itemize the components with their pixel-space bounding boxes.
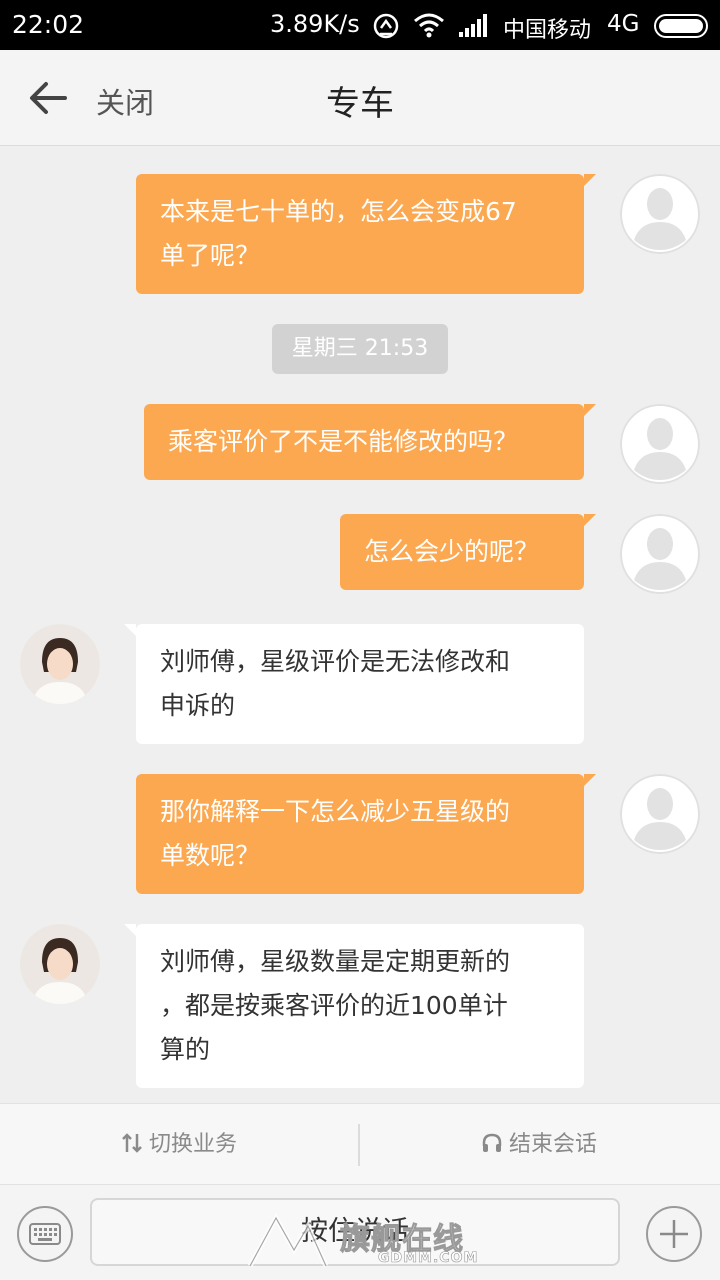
bubble-tail [584, 774, 596, 786]
end-session-button[interactable]: 结束会话 [360, 1104, 718, 1186]
bubble-tail [584, 404, 596, 416]
message-bubble-outgoing[interactable]: 乘客评价了不是不能修改的吗？ [144, 404, 584, 480]
message-line: 怎么会少的呢？ [364, 537, 540, 566]
message-line: 刘师傅，星级评价是无法修改和 [160, 647, 511, 676]
bubble-tail [584, 174, 596, 186]
plus-icon [660, 1220, 688, 1248]
message-line: 乘客评价了不是不能修改的吗？ [168, 427, 519, 456]
user-avatar[interactable] [620, 514, 700, 594]
network-speed: 3.89K/s [270, 10, 360, 38]
end-session-label: 结束会话 [508, 1132, 597, 1157]
status-bar: 22:02 3.89K/s 中国移动 4G [0, 0, 720, 50]
bubble-tail [124, 924, 136, 936]
wifi-icon [414, 13, 444, 38]
message-bubble-outgoing[interactable]: 本来是七十单的，怎么会变成67 单了呢？ [136, 174, 584, 294]
swap-icon [122, 1133, 142, 1153]
message-line: 那你解释一下怎么减少五星级的 [160, 797, 511, 826]
more-options-button[interactable] [646, 1206, 702, 1262]
battery-icon [654, 14, 708, 38]
message-line: 算的 [160, 1035, 211, 1064]
keyboard-icon [29, 1223, 61, 1245]
user-avatar[interactable] [620, 174, 700, 254]
bubble-tail [584, 514, 596, 526]
bubble-tail [124, 624, 136, 636]
message-bubble-incoming[interactable]: 刘师傅，星级数量是定期更新的 ，都是按乘客评价的近100单计 算的 [136, 924, 584, 1088]
message-bubble-outgoing[interactable]: 那你解释一下怎么减少五星级的 单数呢？ [136, 774, 584, 894]
message-line: 申诉的 [160, 691, 236, 720]
carrier-name: 中国移动 [503, 18, 592, 43]
headset-icon [482, 1133, 502, 1152]
status-time: 22:02 [12, 10, 85, 39]
user-avatar[interactable] [620, 774, 700, 854]
message-bubble-outgoing[interactable]: 怎么会少的呢？ [340, 514, 584, 590]
nav-header: 关闭 专车 [0, 50, 720, 146]
message-line: 单了呢？ [160, 241, 261, 270]
message-line: 本来是七十单的，怎么会变成67 [160, 197, 517, 226]
session-actions: 切换业务 结束会话 [0, 1103, 720, 1185]
keyboard-toggle-button[interactable] [17, 1206, 73, 1262]
switch-service-button[interactable]: 切换业务 [0, 1104, 358, 1186]
switch-service-label: 切换业务 [148, 1132, 237, 1157]
sync-icon [373, 13, 399, 39]
signal-icon [459, 14, 487, 37]
network-type: 4G [607, 11, 640, 37]
message-line: ，都是按乘客评价的近100单计 [160, 991, 508, 1020]
user-avatar[interactable] [620, 404, 700, 484]
message-bubble-incoming[interactable]: 刘师傅，星级评价是无法修改和 申诉的 [136, 624, 584, 744]
timestamp-label: 星期三 21:53 [272, 324, 448, 374]
page-title: 专车 [326, 84, 394, 124]
agent-avatar[interactable] [20, 924, 100, 1004]
agent-avatar[interactable] [20, 624, 100, 704]
message-line: 单数呢？ [160, 841, 261, 870]
watermark-domain: GDMM.COM [378, 1250, 479, 1267]
message-line: 刘师傅，星级数量是定期更新的 [160, 947, 511, 976]
